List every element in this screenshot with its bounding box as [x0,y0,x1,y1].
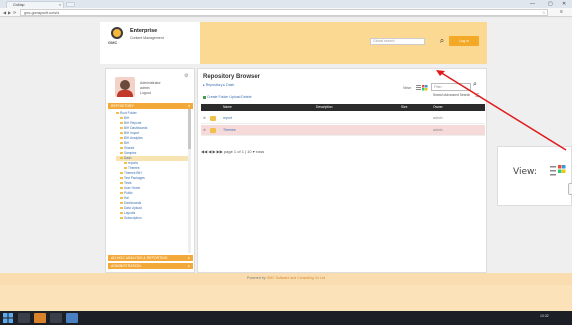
taskbar-app-icon[interactable] [50,313,62,323]
adhoc-section-header[interactable]: AD-HOC ANALYSIS & REPORTING ▸ [108,255,193,261]
column-name[interactable]: Name [223,104,232,111]
brand-subtitle: Content Management [130,36,164,40]
brand-title: Enterprise [130,28,158,34]
repository-section-header[interactable]: REPOSITORY ▾ [108,103,193,109]
tab-close-icon[interactable]: × [59,3,61,7]
address-bar: ◀ ▶ ⟳ gmc.gomapsoft.com/ui ☆ ≡ [0,8,572,17]
footer-area [0,285,572,311]
avatar [115,77,135,97]
zoom-callout: View: [497,146,572,206]
adhoc-section-label: AD-HOC ANALYSIS & REPORTING [111,256,168,260]
user-name: Administrator [140,81,161,85]
row-name[interactable]: Themes [223,125,236,136]
chevron-right-icon: ▸ [188,264,190,268]
table-header: Name Description Size Owner [201,104,485,111]
page-title: Repository Browser [203,74,261,80]
create-folder-icon [203,95,206,99]
login-button[interactable]: Log in [449,36,479,46]
close-window-icon[interactable]: ✕ [562,1,566,7]
column-description[interactable]: Description [316,104,333,111]
os-taskbar: 10:32 [0,311,572,325]
taskbar-app-icon[interactable] [34,313,46,323]
pagination[interactable]: ◀◀ ◀ ▶ ▶▶ page 1 of 1 | 10 ▾ rows [201,149,264,154]
url-input[interactable]: gmc.gomapsoft.com/ui [20,9,548,16]
sun-logo-icon [111,27,123,39]
toolbar-actions[interactable]: Create Folder Upload Delete [207,95,252,99]
repository-section-label: REPOSITORY [111,104,134,108]
footer-prefix: Powered by [246,276,266,280]
callout-view-label: View: [513,167,537,177]
browser-menu-icon[interactable]: ≡ [560,9,563,15]
chevron-right-icon: ▸ [188,256,190,260]
administration-section-label: ADMINISTRATION [111,264,141,268]
bookmark-star-icon[interactable]: ☆ [542,10,546,15]
logo-text: GMC [108,40,118,45]
advanced-search-link[interactable]: Search Advanced Search [433,93,470,97]
reload-icon[interactable]: ⟳ [13,10,16,15]
taskbar-app-icon[interactable] [18,313,30,323]
gear-icon[interactable]: ⚙ [184,73,188,79]
maximize-icon[interactable]: ▢ [548,1,553,7]
row-owner: admin [433,128,443,132]
sidebar: ⚙ Administrator admin Logout REPOSITORY … [105,68,195,273]
avatar-body [117,90,133,97]
avatar-head [120,80,130,90]
back-icon[interactable]: ◀ [3,10,6,15]
view-toggle-icon[interactable] [416,85,428,91]
column-owner[interactable]: Owner [433,104,443,111]
column-size[interactable]: Size [401,104,407,111]
folder-tree: Root Folder BIH BIH Reports BIH Dashboards B… [116,111,191,221]
folder-icon [210,128,216,133]
logo[interactable]: GMC [107,27,129,47]
table-row[interactable]: ⊕ Themes admin [201,125,485,136]
row-name[interactable]: report [223,113,232,124]
search-icon[interactable]: ⌕ [437,36,447,46]
row-owner: admin [433,116,443,120]
logout-link[interactable]: Logout [140,91,151,95]
view-toggle-icon [550,165,566,176]
table-row[interactable]: ⊕ report admin [201,113,485,124]
page: GMC Enterprise Content Management Global… [0,18,572,311]
user-role: admin [140,86,150,90]
footer-company-link[interactable]: GMC Software and Consulting Co Ltd [266,276,325,280]
windows-start-icon[interactable] [3,313,13,323]
tab-title: GoMap [13,3,25,7]
folder-icon [210,116,216,121]
sidebar-scrollbar[interactable] [188,109,191,253]
search-icon[interactable]: ⌕ [473,81,477,89]
view-label: View: [403,86,412,90]
expand-icon[interactable]: ⊕ [203,125,206,136]
taskbar-app-icon[interactable] [66,313,78,323]
tree-item[interactable]: Subscription [116,216,191,221]
list-view-icon[interactable]: ☰ [475,93,479,99]
administration-section-header[interactable]: ADMINISTRATION ▸ [108,263,193,269]
forward-icon[interactable]: ▶ [8,10,11,15]
toolbar[interactable]: Create Folder Upload Delete [203,95,252,99]
breadcrumb[interactable]: ▸ Repository ▸ Dash [203,83,234,87]
expand-icon[interactable]: ⊕ [203,113,206,124]
repository-browser: Repository Browser ▸ Repository ▸ Dash V… [197,68,487,273]
browser-tabbar: GoMap × — ▢ ✕ [0,0,572,8]
callout-button [568,183,572,195]
minimize-icon[interactable]: — [530,1,535,7]
global-search-input[interactable]: Global search [370,38,425,45]
clock: 10:32 [540,314,549,318]
footer: Powered by GMC Software and Consulting C… [0,276,572,280]
new-tab-button[interactable] [66,2,75,7]
filter-input[interactable]: Filter [431,83,471,91]
scrollbar-thumb[interactable] [188,109,191,149]
browser-tab[interactable]: GoMap × [6,1,64,8]
